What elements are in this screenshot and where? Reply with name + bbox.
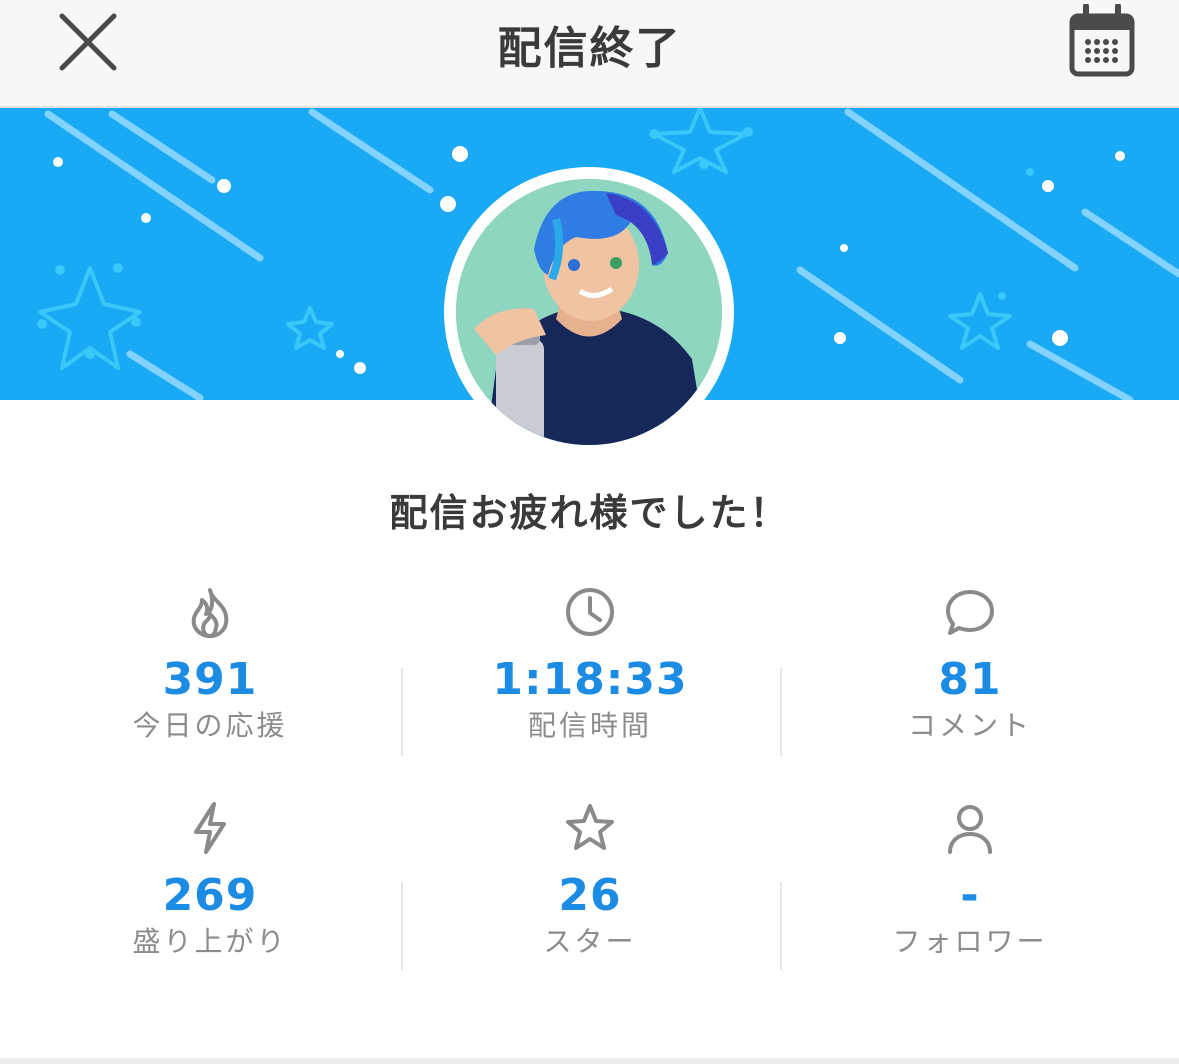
clock-icon bbox=[566, 588, 614, 636]
stat-value: 391 bbox=[162, 654, 258, 705]
star-icon bbox=[566, 804, 614, 850]
comment-icon bbox=[946, 590, 994, 635]
stat-label: 今日の応援 bbox=[132, 709, 288, 742]
stat-comments: 81 コメント bbox=[780, 584, 1160, 744]
profile-avatar[interactable] bbox=[444, 167, 734, 457]
greeting-message: 配信お疲れ様でした！ bbox=[389, 491, 790, 535]
stat-followers: - フォロワー bbox=[780, 800, 1160, 960]
flame-icon bbox=[191, 588, 229, 638]
column-divider bbox=[780, 882, 782, 970]
column-divider bbox=[401, 668, 403, 756]
column-divider bbox=[401, 882, 403, 970]
stat-stream-duration: 1:18:33 配信時間 bbox=[400, 584, 780, 744]
calendar-button[interactable] bbox=[1066, 3, 1138, 80]
avatar-illustration bbox=[456, 179, 722, 445]
stat-label: 盛り上がり bbox=[132, 925, 288, 958]
stat-label: フォロワー bbox=[892, 925, 1048, 958]
stat-label: 配信時間 bbox=[527, 709, 652, 742]
stat-value: 1:18:33 bbox=[492, 654, 688, 705]
stat-label: コメント bbox=[907, 709, 1032, 742]
stat-value: - bbox=[960, 870, 980, 921]
stat-stars: 26 スター bbox=[400, 800, 780, 960]
bottom-separator bbox=[0, 1058, 1179, 1064]
stat-value: 26 bbox=[558, 870, 622, 921]
stat-value: 269 bbox=[162, 870, 258, 921]
column-divider bbox=[780, 668, 782, 756]
stat-value: 81 bbox=[938, 654, 1002, 705]
stat-excitement: 269 盛り上がり bbox=[20, 800, 400, 960]
top-bar: 配信終了 bbox=[0, 0, 1179, 108]
calendar-icon bbox=[1069, 3, 1135, 77]
stat-label: スター bbox=[543, 925, 637, 958]
avatar-image bbox=[456, 179, 722, 445]
stat-support-today: 391 今日の応援 bbox=[20, 584, 400, 744]
lightning-icon bbox=[194, 802, 226, 854]
person-icon bbox=[948, 805, 992, 854]
page-title: 配信終了 bbox=[497, 23, 682, 74]
